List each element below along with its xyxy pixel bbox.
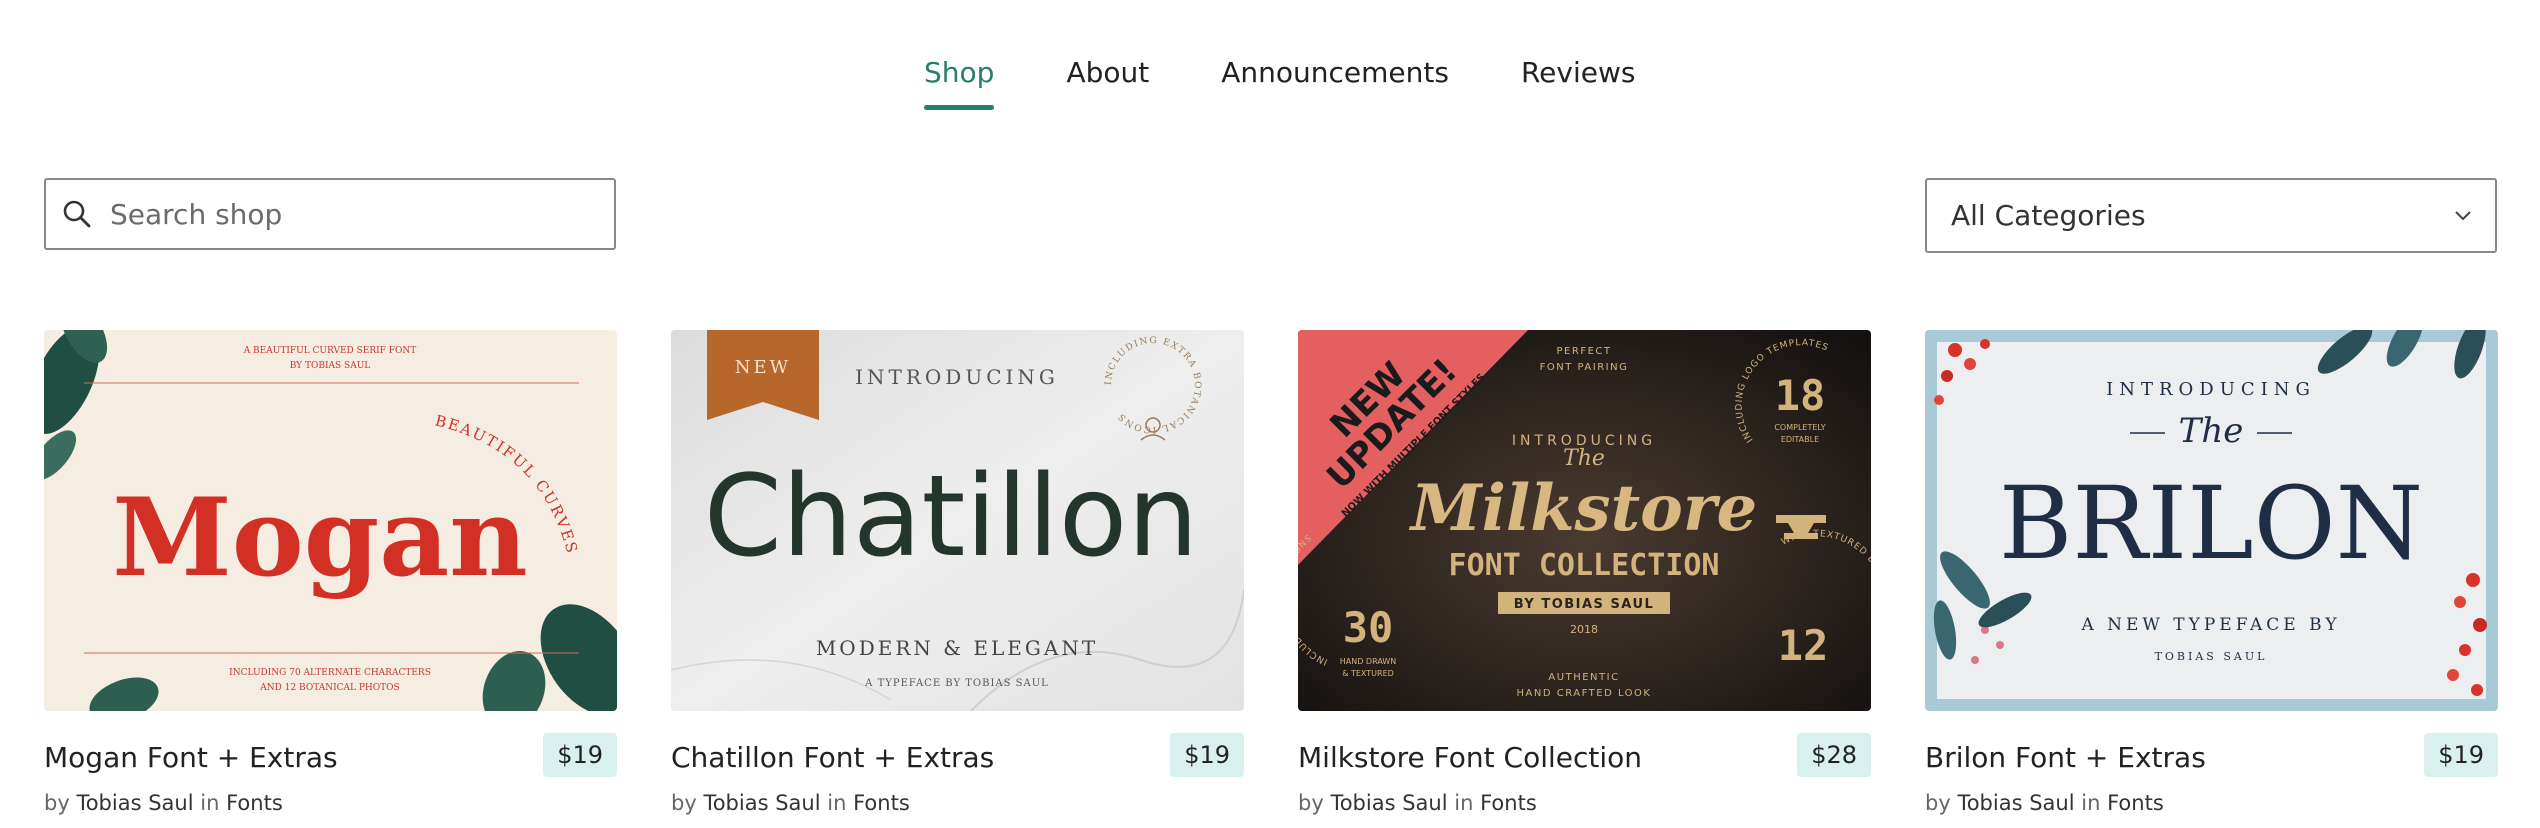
art-text: The — [1563, 446, 1605, 471]
art-text: MODERN & ELEGANT — [816, 636, 1098, 660]
art-title: Milkstore — [1409, 471, 1758, 546]
product-byline: by Tobias Saul in Fonts — [671, 791, 910, 815]
category-select[interactable]: All Categories — [1925, 178, 2497, 253]
category-link[interactable]: Fonts — [1480, 791, 1537, 815]
art-text: COMPLETELY — [1774, 423, 1825, 432]
product-title[interactable]: Brilon Font + Extras — [1925, 741, 2206, 774]
product-card[interactable]: NEW UPDATE! NOW WITH MULTIPLE FONT STYLE… — [1298, 330, 1871, 815]
art-title: Chatillon — [704, 452, 1199, 582]
art-text: & TEXTURED — [1342, 669, 1394, 678]
tab-about[interactable]: About — [1066, 56, 1149, 112]
art-title: Mogan — [112, 475, 528, 601]
tab-announcements[interactable]: Announcements — [1221, 56, 1449, 112]
price-badge: $19 — [1170, 733, 1244, 777]
product-title[interactable]: Milkstore Font Collection — [1298, 741, 1642, 774]
art-text: AUTHENTIC — [1548, 672, 1619, 683]
author-link[interactable]: Tobias Saul — [703, 791, 820, 815]
product-image[interactable]: INTRODUCING The BRILON A NEW TYPEFACE BY… — [1925, 330, 2498, 711]
category-link[interactable]: Fonts — [2107, 791, 2164, 815]
art-text: AND 12 BOTANICAL PHOTOS — [259, 683, 399, 693]
art-text: HAND DRAWN — [1340, 657, 1397, 666]
art-text: FONT COLLECTION — [1449, 548, 1720, 583]
price-badge: $28 — [1797, 733, 1871, 777]
author-link[interactable]: Tobias Saul — [1330, 791, 1447, 815]
author-link[interactable]: Tobias Saul — [1957, 791, 2074, 815]
product-byline: by Tobias Saul in Fonts — [44, 791, 283, 815]
art-text: BY TOBIAS SAUL — [1514, 597, 1655, 612]
chatillon-artwork: NEW INTRODUCING INCLUDING EXTRA BOTANICA… — [671, 330, 1244, 711]
search-input[interactable] — [110, 197, 590, 231]
product-card[interactable]: NEW INTRODUCING INCLUDING EXTRA BOTANICA… — [671, 330, 1244, 815]
tab-reviews[interactable]: Reviews — [1521, 56, 1636, 112]
product-card[interactable]: INTRODUCING The BRILON A NEW TYPEFACE BY… — [1925, 330, 2498, 815]
art-title: BRILON — [1999, 465, 2423, 582]
chevron-down-icon — [2455, 210, 2471, 220]
product-card[interactable]: A BEAUTIFUL CURVED SERIF FONT BY TOBIAS … — [44, 330, 617, 815]
search-icon — [63, 200, 91, 228]
art-text: A BEAUTIFUL CURVED SERIF FONT — [243, 346, 417, 356]
art-text: INCLUDING 70 ALTERNATE CHARACTERS — [229, 668, 431, 678]
art-text: INTRODUCING — [2106, 379, 2316, 400]
art-text: The — [2179, 411, 2244, 451]
art-text: EDITABLE — [1781, 435, 1819, 444]
shop-nav: Shop About Announcements Reviews — [924, 56, 1635, 112]
art-text: 18 — [1775, 371, 1826, 420]
tab-shop[interactable]: Shop — [924, 56, 995, 112]
art-text: BY TOBIAS SAUL — [290, 361, 371, 371]
milkstore-artwork: NEW UPDATE! NOW WITH MULTIPLE FONT STYLE… — [1298, 330, 1871, 711]
art-text: 2018 — [1570, 623, 1598, 636]
art-text: FONT PAIRING — [1540, 362, 1629, 373]
product-image[interactable]: NEW UPDATE! NOW WITH MULTIPLE FONT STYLE… — [1298, 330, 1871, 711]
art-text: TOBIAS SAUL — [2155, 650, 2268, 663]
art-text: PERFECT — [1557, 346, 1612, 357]
price-badge: $19 — [543, 733, 617, 777]
art-text: A NEW TYPEFACE BY — [2080, 615, 2340, 635]
mogan-artwork: A BEAUTIFUL CURVED SERIF FONT BY TOBIAS … — [44, 330, 617, 711]
product-image[interactable]: A BEAUTIFUL CURVED SERIF FONT BY TOBIAS … — [44, 330, 617, 711]
product-byline: by Tobias Saul in Fonts — [1925, 791, 2164, 815]
art-text: HAND CRAFTED LOOK — [1517, 688, 1652, 699]
art-text: 12 — [1778, 621, 1829, 670]
product-title[interactable]: Chatillon Font + Extras — [671, 741, 994, 774]
brilon-artwork: INTRODUCING The BRILON A NEW TYPEFACE BY… — [1925, 330, 2498, 711]
product-byline: by Tobias Saul in Fonts — [1298, 791, 1537, 815]
art-text: NEW — [735, 357, 791, 378]
category-select-value: All Categories — [1951, 199, 2146, 232]
art-text: INTRODUCING — [855, 365, 1059, 389]
author-link[interactable]: Tobias Saul — [76, 791, 193, 815]
art-text: 30 — [1343, 603, 1394, 652]
category-link[interactable]: Fonts — [226, 791, 283, 815]
product-image[interactable]: NEW INTRODUCING INCLUDING EXTRA BOTANICA… — [671, 330, 1244, 711]
price-badge: $19 — [2424, 733, 2498, 777]
search-box — [44, 178, 616, 250]
category-link[interactable]: Fonts — [853, 791, 910, 815]
product-title[interactable]: Mogan Font + Extras — [44, 741, 338, 774]
art-text: A TYPEFACE BY TOBIAS SAUL — [864, 678, 1049, 689]
